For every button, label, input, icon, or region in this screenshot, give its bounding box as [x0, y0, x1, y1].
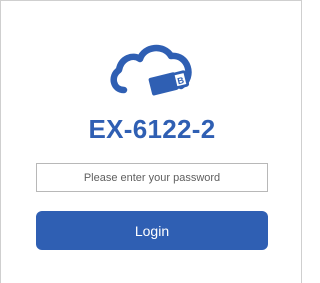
cloud-usb-icon: B — [110, 44, 192, 96]
login-button[interactable]: Login — [36, 211, 268, 250]
device-name-title: EX-6122-2 — [88, 114, 216, 144]
login-panel: B EX-6122-2 Login — [0, 0, 302, 283]
password-input[interactable] — [36, 163, 268, 192]
